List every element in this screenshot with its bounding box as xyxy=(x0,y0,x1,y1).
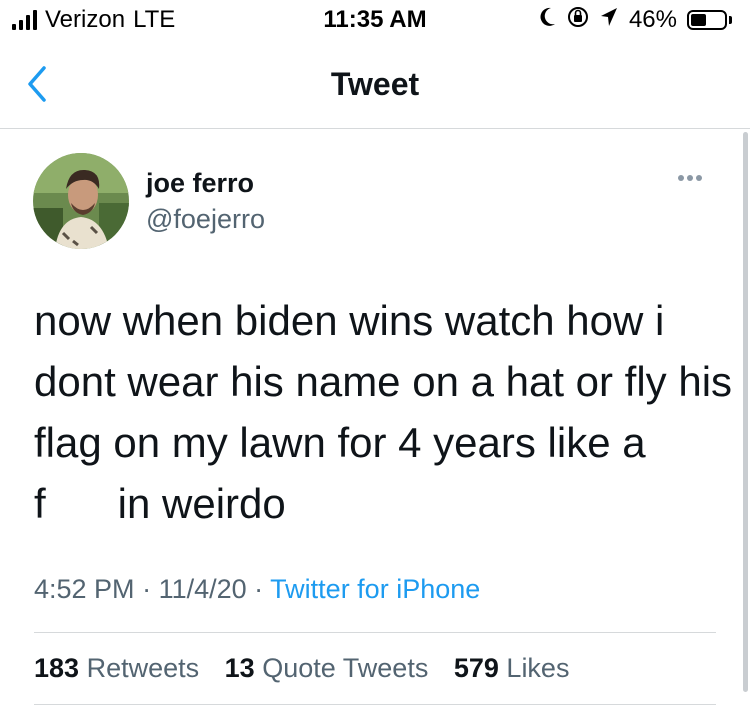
meta-separator: · xyxy=(246,574,271,604)
tweet-text-fragment: in weirdo xyxy=(117,480,286,527)
tweet-source-link[interactable]: Twitter for iPhone xyxy=(270,574,480,604)
quote-tweets-count: 13 xyxy=(224,653,255,683)
quote-tweets-stat[interactable]: 13 Quote Tweets xyxy=(225,653,429,683)
battery-icon xyxy=(687,10,727,30)
moon-icon xyxy=(539,6,557,34)
meta-separator: · xyxy=(134,574,159,604)
likes-label: Likes xyxy=(506,653,570,683)
avatar-image xyxy=(33,153,129,249)
tweet-text: now when biden wins watch how i dont wea… xyxy=(34,290,733,534)
status-time: 11:35 AM xyxy=(323,6,427,33)
more-options-button[interactable] xyxy=(678,168,712,188)
user-handle[interactable]: @foejerro xyxy=(146,204,265,235)
retweets-label: Retweets xyxy=(86,653,200,683)
divider xyxy=(34,632,716,633)
battery-nub xyxy=(729,16,732,24)
more-dot-icon xyxy=(678,175,684,181)
tweet-text-fragment: f xyxy=(34,480,46,527)
tweet-line-last: f in weirdo xyxy=(34,473,724,534)
tweet-date: 11/4/20 xyxy=(158,574,247,604)
retweets-count: 183 xyxy=(34,653,80,683)
status-bar: Verizon LTE 11:35 AM 46% xyxy=(0,0,750,40)
tweet-line: now when biden wins watch how i xyxy=(34,297,665,344)
retweets-stat[interactable]: 183 Retweets xyxy=(34,653,199,683)
redaction-block xyxy=(45,486,118,527)
tweet-meta: 4:52 PM · 11/4/20 · Twitter for iPhone xyxy=(34,574,480,605)
display-name[interactable]: joe ferro xyxy=(146,168,254,199)
tweet-time: 4:52 PM xyxy=(34,574,135,604)
likes-count: 579 xyxy=(453,653,499,683)
location-arrow-icon xyxy=(599,6,619,34)
nav-header: Tweet xyxy=(0,40,750,129)
status-right: 46% xyxy=(539,6,732,34)
page-title: Tweet xyxy=(330,66,420,102)
more-dot-icon xyxy=(696,175,702,181)
tweet-line: dont wear his name on a hat or fly his xyxy=(34,358,733,405)
divider xyxy=(34,704,716,705)
tweet-line: flag on my lawn for 4 years like a xyxy=(34,419,646,466)
orientation-lock-icon xyxy=(567,6,589,34)
tweet-stats: 183 Retweets 13 Quote Tweets 579 Likes xyxy=(34,653,587,684)
more-dot-icon xyxy=(687,175,693,181)
battery-percent: 46% xyxy=(628,6,677,33)
avatar[interactable] xyxy=(33,153,129,249)
quote-tweets-label: Quote Tweets xyxy=(262,653,429,683)
likes-stat[interactable]: 579 Likes xyxy=(454,653,570,683)
scrollbar[interactable] xyxy=(743,132,748,692)
